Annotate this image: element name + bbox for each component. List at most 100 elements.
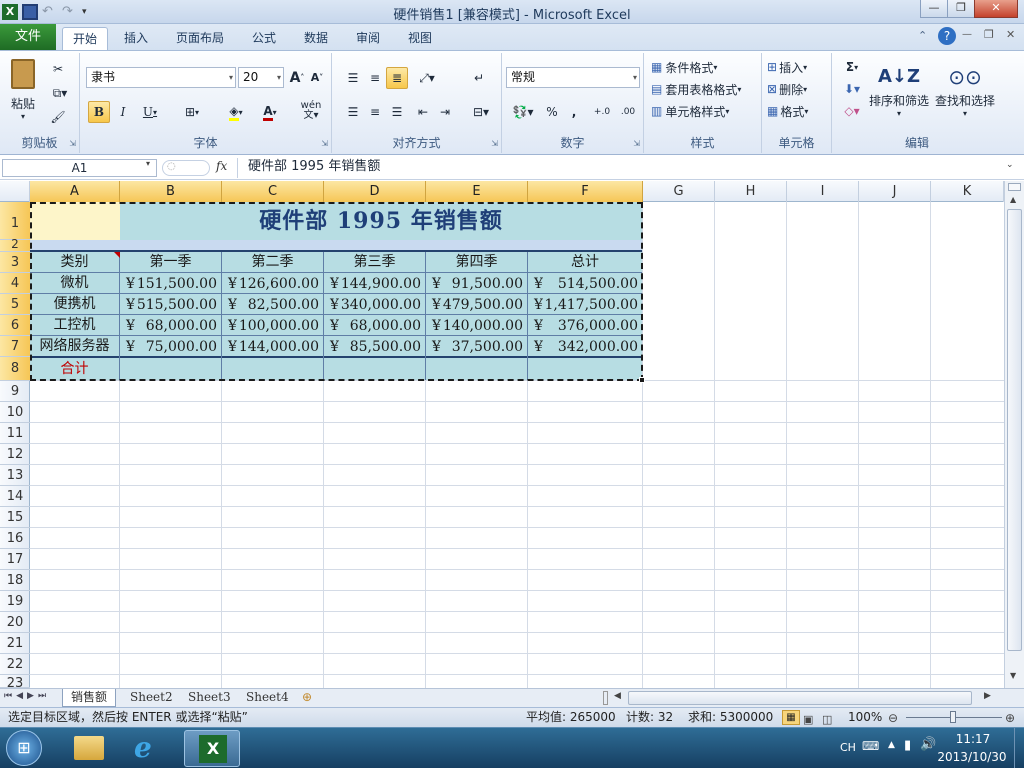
col-header-d[interactable]: D (324, 181, 426, 202)
col-header-k[interactable]: K (931, 181, 1004, 202)
col-header-c[interactable]: C (222, 181, 324, 202)
col-header-h[interactable]: H (715, 181, 787, 202)
show-desktop-button[interactable] (1014, 728, 1024, 768)
select-all-button[interactable] (0, 181, 30, 202)
increase-decimal-icon[interactable]: +.0 (590, 101, 614, 123)
merge-center-icon[interactable]: ⊟▾ (466, 101, 496, 123)
row-header[interactable]: 20 (0, 612, 30, 633)
delete-cells-button[interactable]: ⊠ 删除 ▾ (766, 79, 828, 99)
col-header-f[interactable]: F (528, 181, 643, 202)
expand-formula-icon[interactable]: ⌄ (1006, 160, 1014, 170)
fill-icon[interactable]: ⬇▾ (838, 79, 866, 99)
decrease-indent-icon[interactable]: ⇤ (412, 101, 434, 123)
scroll-left-icon[interactable]: ◀ (614, 691, 621, 701)
col-header-g[interactable]: G (643, 181, 715, 202)
row-header[interactable]: 19 (0, 591, 30, 612)
font-size-select[interactable]: 20 ▾ (238, 67, 284, 88)
wrap-text-icon[interactable]: ↵ (466, 67, 492, 89)
insert-function-icon[interactable]: fx (216, 159, 227, 173)
scroll-down-icon[interactable]: ▼ (1010, 671, 1016, 680)
normal-view-icon[interactable]: ▦ (782, 710, 800, 725)
format-painter-icon[interactable]: 🖌 (46, 107, 70, 127)
clipboard-launcher-icon[interactable]: ⇲ (69, 139, 76, 148)
formula-bar-resize-icon[interactable]: ◌ (162, 160, 210, 176)
maximize-button[interactable]: ❐ (947, 0, 975, 18)
col-header-b[interactable]: B (120, 181, 222, 202)
row-header[interactable]: 22 (0, 654, 30, 675)
help-icon[interactable]: ? (938, 27, 956, 45)
number-format-select[interactable]: 常规 ▾ (506, 67, 640, 88)
show-hidden-icons[interactable]: ▲ (888, 740, 895, 750)
font-color-button[interactable]: A ▾ (254, 101, 286, 123)
clock-date[interactable]: 2013/10/30 (934, 750, 1010, 764)
tab-view[interactable]: 视图 (398, 27, 442, 50)
name-box[interactable]: A1 (2, 159, 157, 177)
decrease-decimal-icon[interactable]: .00 (616, 101, 640, 123)
row-header[interactable]: 16 (0, 528, 30, 549)
autosum-button[interactable]: Σ ▾ (838, 57, 866, 77)
vertical-scroll-thumb[interactable] (1007, 209, 1022, 651)
vertical-scrollbar[interactable]: ▲ ▼ (1004, 181, 1024, 688)
row-header[interactable]: 17 (0, 549, 30, 570)
tab-data[interactable]: 数据 (294, 27, 338, 50)
horizontal-scroll-thumb[interactable] (628, 691, 972, 705)
sheet-tab-4[interactable]: Sheet4 (238, 689, 297, 707)
tab-page-layout[interactable]: 页面布局 (166, 27, 234, 50)
tab-file[interactable]: 文件 (0, 24, 56, 50)
row-header[interactable]: 21 (0, 633, 30, 654)
format-cells-button[interactable]: ▦ 格式 ▾ (766, 101, 828, 121)
cut-icon[interactable]: ✂ (46, 59, 70, 79)
formula-input[interactable]: 硬件部 1995 年销售额 (240, 159, 1005, 177)
align-center-icon[interactable]: ≡ (364, 101, 386, 123)
insert-cells-button[interactable]: ⊞ 插入 ▾ (766, 57, 828, 77)
percent-button[interactable]: % (542, 101, 562, 123)
workbook-close-icon[interactable]: ✕ (1006, 28, 1015, 41)
sheet-nav-icons[interactable]: ⏮◀▶⏭ (4, 691, 50, 701)
col-header-a[interactable]: A (30, 181, 120, 202)
col-header-i[interactable]: I (787, 181, 859, 202)
fill-color-button[interactable]: ◈ ▾ (220, 101, 252, 123)
number-launcher-icon[interactable]: ⇲ (633, 139, 640, 148)
row-header[interactable]: 18 (0, 570, 30, 591)
row-header[interactable]: 12 (0, 444, 30, 465)
grow-font-icon[interactable]: A ˄ (288, 67, 306, 88)
align-left-icon[interactable]: ☰ (342, 101, 364, 123)
col-header-j[interactable]: J (859, 181, 931, 202)
font-name-select[interactable]: 隶书 ▾ (86, 67, 236, 88)
row-header[interactable]: 1 (0, 202, 30, 240)
tab-review[interactable]: 审阅 (346, 27, 390, 50)
phonetic-button[interactable]: wén 文▾ (294, 99, 328, 123)
row-header[interactable]: 6 (0, 315, 30, 336)
sheet-tab-2[interactable]: Sheet2 (122, 689, 181, 707)
scroll-up-icon[interactable]: ▲ (1010, 195, 1016, 204)
taskbar-explorer[interactable] (62, 730, 118, 767)
font-launcher-icon[interactable]: ⇲ (321, 139, 328, 148)
clear-icon[interactable]: ◇▾ (838, 101, 866, 121)
bold-button[interactable]: B (88, 101, 110, 123)
copy-icon[interactable]: ⧉▾ (46, 83, 74, 103)
row-header[interactable]: 23 (0, 675, 30, 688)
sheet-tab-3[interactable]: Sheet3 (180, 689, 239, 707)
row-header[interactable]: 9 (0, 381, 30, 402)
paste-button[interactable]: 粘贴 ▾ (4, 55, 42, 125)
align-middle-icon[interactable]: ≡ (364, 67, 386, 89)
input-language[interactable]: CH (840, 741, 856, 754)
taskbar-ie[interactable]: e (122, 730, 178, 767)
col-header-e[interactable]: E (426, 181, 528, 202)
row-header[interactable]: 10 (0, 402, 30, 423)
alignment-launcher-icon[interactable]: ⇲ (491, 139, 498, 148)
zoom-in-icon[interactable]: ⊕ (1005, 709, 1015, 728)
fill-handle[interactable] (639, 377, 645, 383)
row-header[interactable]: 14 (0, 486, 30, 507)
close-button[interactable]: ✕ (974, 0, 1018, 18)
row-header[interactable]: 13 (0, 465, 30, 486)
orientation-icon[interactable]: ⤢▾ (412, 67, 442, 89)
zoom-slider-thumb[interactable] (950, 711, 956, 723)
row-header[interactable]: 7 (0, 336, 30, 357)
row-header[interactable]: 11 (0, 423, 30, 444)
currency-format-icon[interactable]: 💱▾ (508, 101, 538, 123)
worksheet-grid[interactable]: 硬件部 1995 年销售额 类别 第一季 第二季 第三季 第四季 总计 微机 ¥1… (30, 202, 1004, 688)
minimize-button[interactable]: — (920, 0, 948, 18)
align-right-icon[interactable]: ☰ (386, 101, 408, 123)
conditional-format-button[interactable]: ▦ 条件格式 ▾ (650, 57, 758, 77)
